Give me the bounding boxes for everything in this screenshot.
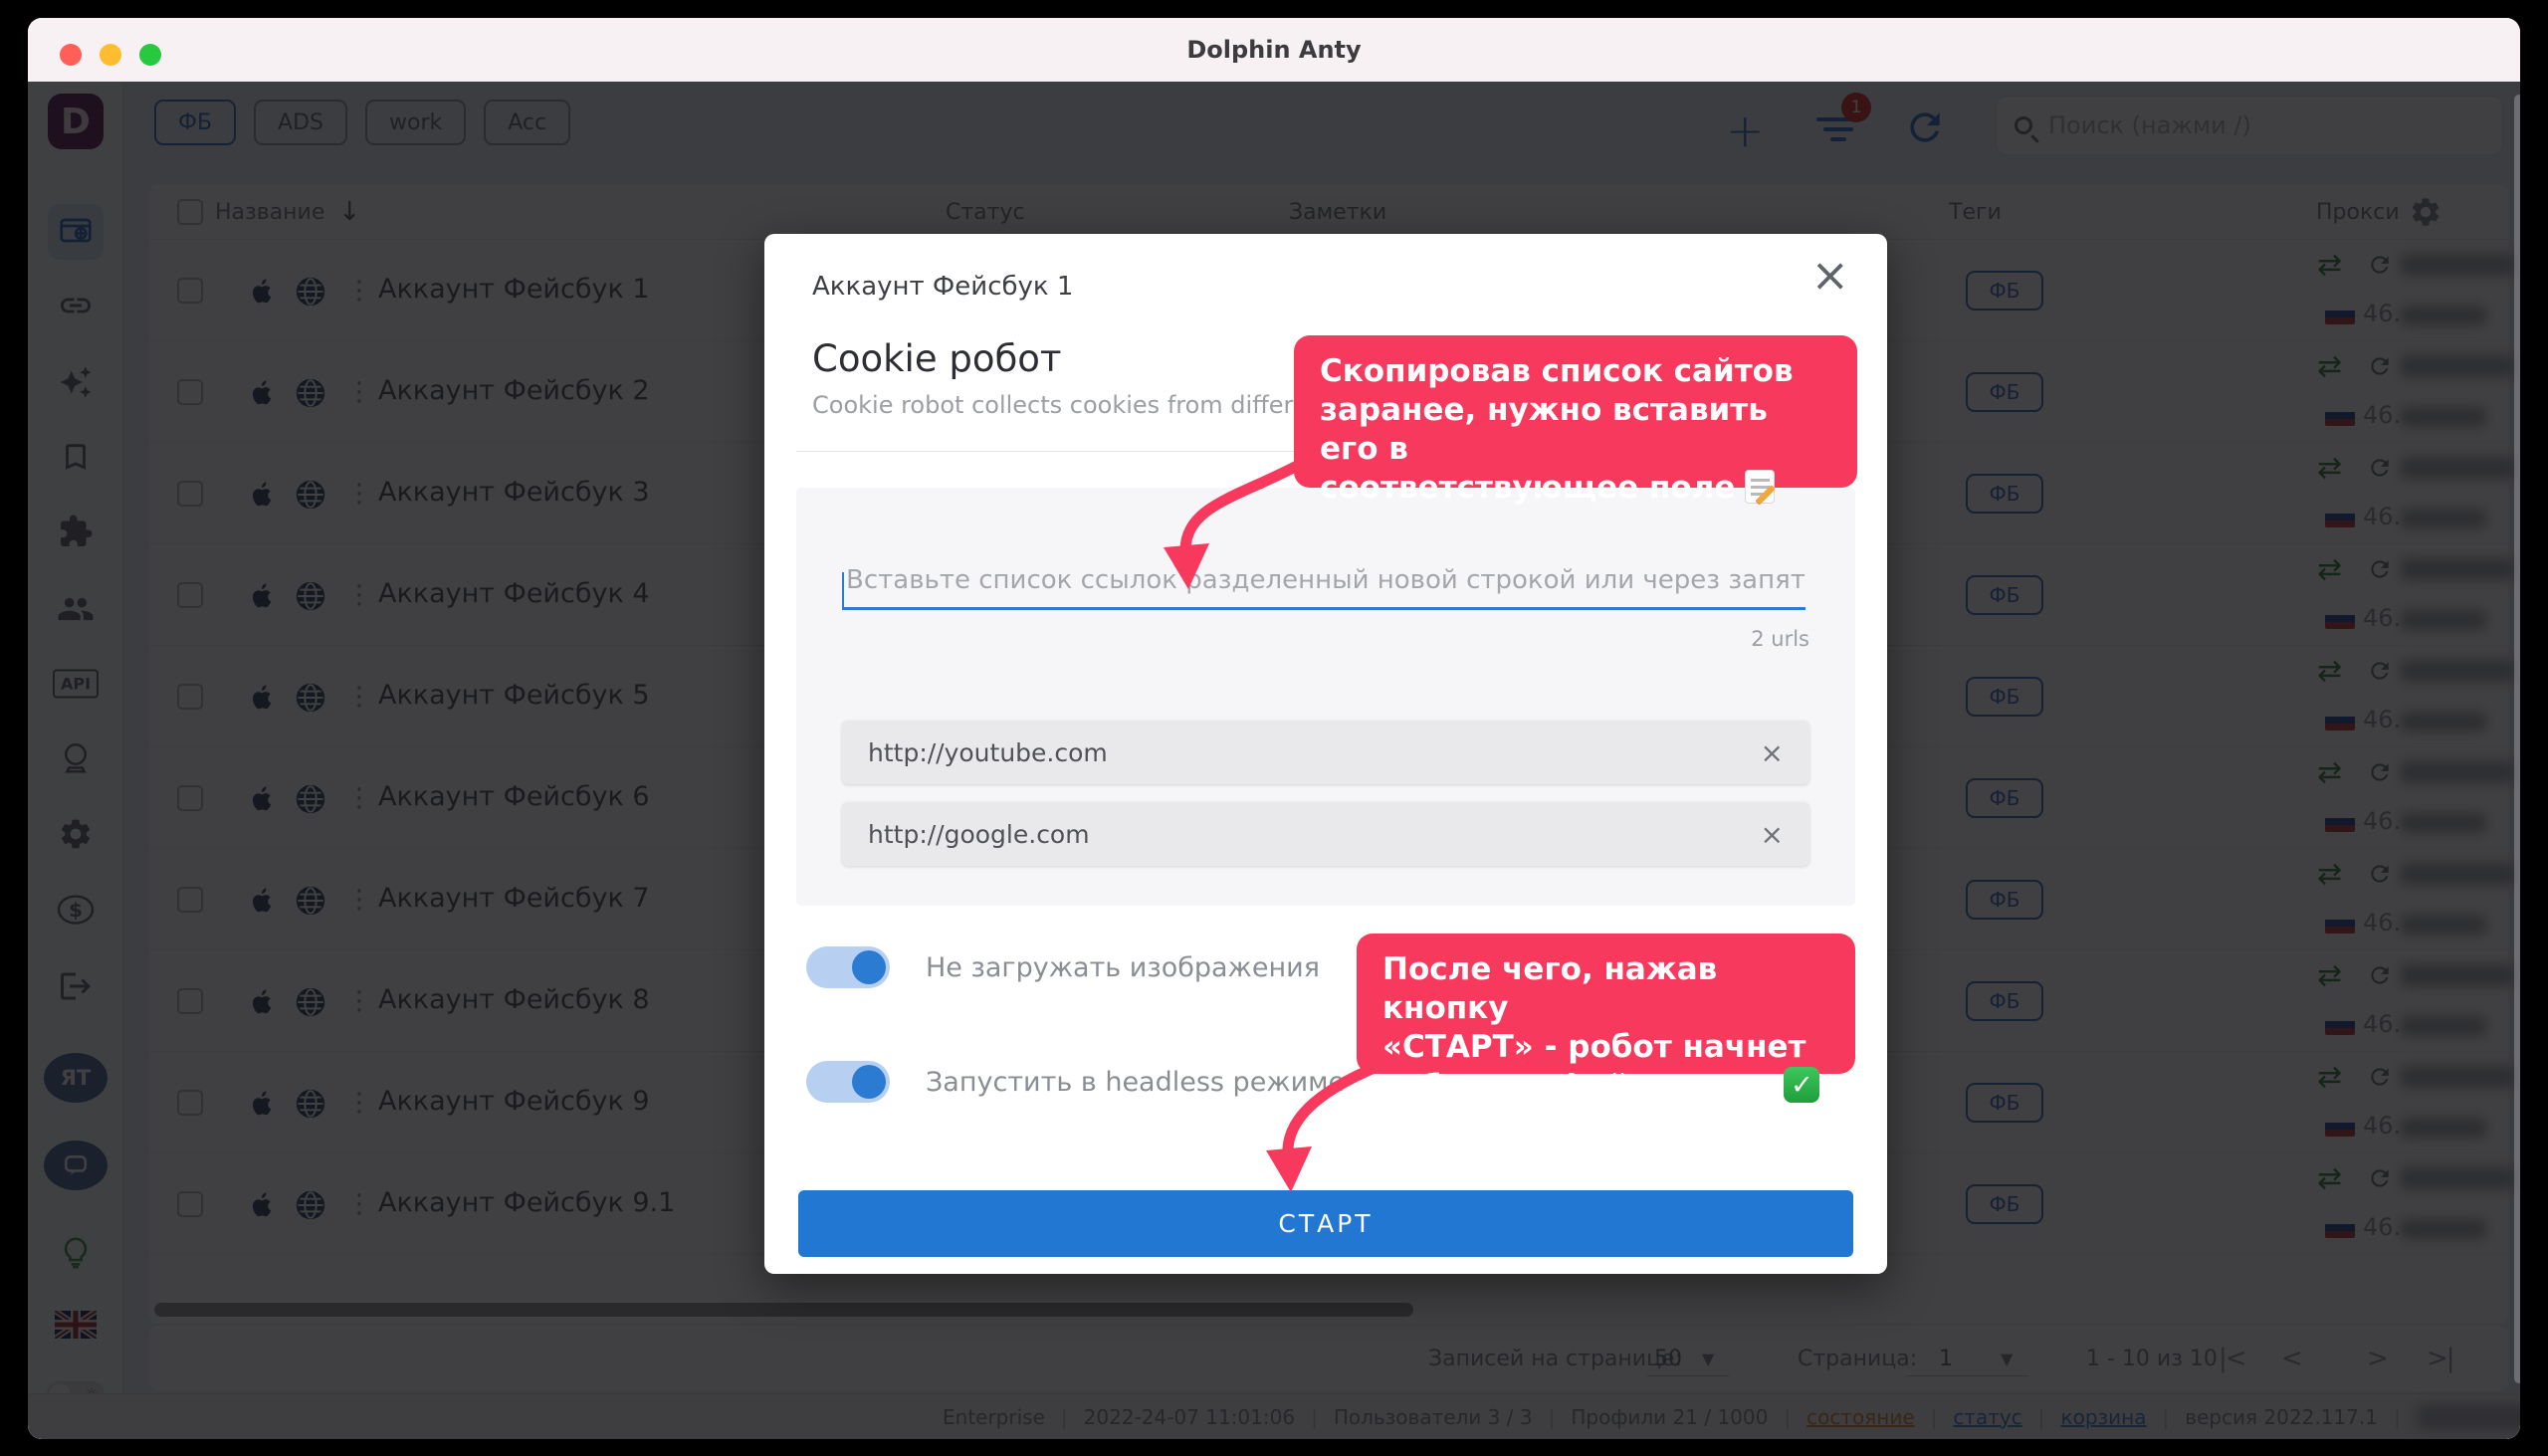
url-row: http://youtube.com × bbox=[842, 721, 1809, 784]
url-text: http://google.com bbox=[868, 820, 1761, 849]
vertical-scrollbar[interactable] bbox=[2514, 95, 2520, 1383]
url-text: http://youtube.com bbox=[868, 738, 1761, 767]
remove-url-icon[interactable]: × bbox=[1761, 736, 1784, 769]
url-count: 2 urls bbox=[1751, 627, 1809, 651]
check-emoji bbox=[1784, 1067, 1819, 1103]
url-list-input[interactable] bbox=[842, 565, 1805, 610]
remove-url-icon[interactable]: × bbox=[1761, 818, 1784, 851]
headless-toggle[interactable] bbox=[806, 1061, 890, 1103]
modal-subtitle: Cookie robot collects cookies from diffe… bbox=[812, 391, 1323, 419]
annotation-callout-start: После чего, нажав кнопку «СТАРТ» - робот… bbox=[1357, 934, 1855, 1074]
screenshot-root: Dolphin Anty D bbox=[0, 0, 2548, 1456]
annotation-callout-paste: Скопировав список сайтов заранее, нужно … bbox=[1294, 335, 1857, 488]
modal-profile-title: Аккаунт Фейсбук 1 bbox=[812, 272, 1073, 302]
memo-emoji bbox=[1745, 470, 1775, 504]
toggle-label: Не загружать изображения bbox=[926, 952, 1320, 983]
no-images-toggle[interactable] bbox=[806, 946, 890, 988]
start-button[interactable]: СТАРТ bbox=[798, 1190, 1853, 1257]
toggle-row-headless: Запустить в headless режиме bbox=[806, 1061, 1345, 1103]
toggle-label: Запустить в headless режиме bbox=[926, 1067, 1345, 1098]
modal-heading: Cookie робот bbox=[812, 337, 1061, 380]
macos-titlebar: Dolphin Anty bbox=[28, 18, 2520, 82]
window-title: Dolphin Anty bbox=[28, 18, 2520, 82]
toggle-row-images: Не загружать изображения bbox=[806, 946, 1320, 988]
url-panel: 2 urls http://youtube.com × http://googl… bbox=[796, 488, 1855, 906]
close-icon[interactable]: × bbox=[1810, 252, 1849, 298]
url-row: http://google.com × bbox=[842, 802, 1809, 866]
